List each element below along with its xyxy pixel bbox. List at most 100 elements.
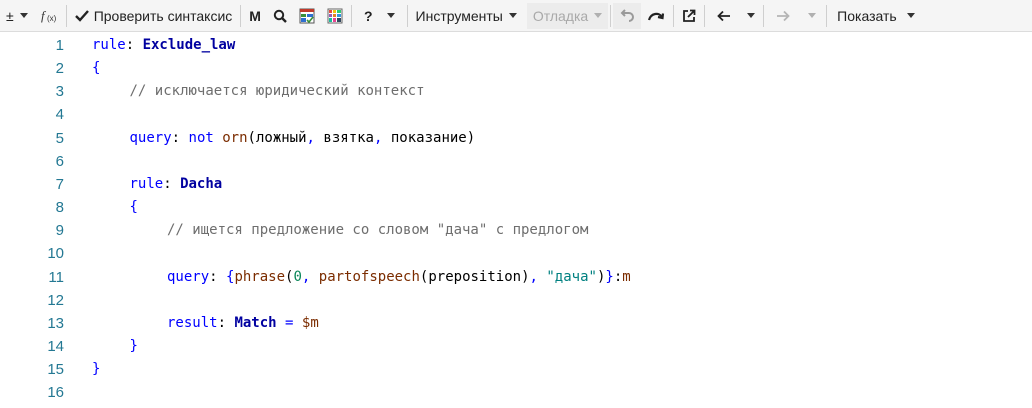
code-token: = bbox=[276, 314, 302, 331]
code-token: result bbox=[167, 314, 218, 331]
line-number: 11 bbox=[48, 268, 64, 286]
code-line[interactable]: 16 bbox=[0, 381, 1032, 404]
open-external-icon bbox=[682, 9, 696, 23]
code-token: Dacha bbox=[180, 175, 223, 192]
code-line[interactable]: 12 bbox=[0, 289, 1032, 312]
undo-button[interactable] bbox=[613, 2, 642, 29]
m-button[interactable]: M bbox=[243, 3, 267, 29]
code-line[interactable]: 9 // ищется предложение со словом "дача" … bbox=[0, 219, 1032, 242]
toolbar-divider bbox=[704, 4, 706, 27]
code-line[interactable]: 14} bbox=[0, 335, 1032, 358]
code-editor[interactable]: 1 rule: Exclude_law 2{3// исключается юрид… bbox=[0, 33, 1032, 408]
help-dropdown[interactable]: ? bbox=[354, 3, 405, 29]
debug-dropdown[interactable]: Отладка bbox=[526, 2, 609, 29]
code-token: m bbox=[622, 268, 631, 285]
help-label: ? bbox=[363, 7, 373, 24]
chevron-down-icon bbox=[747, 13, 756, 18]
code-text: query: not orn(ложный, взятка, показание… bbox=[130, 127, 476, 150]
code-line[interactable]: 8{ bbox=[0, 196, 1032, 219]
code-text: // исключается юридический контекст bbox=[130, 80, 425, 103]
code-token: query bbox=[167, 268, 210, 285]
code-token: Match bbox=[234, 314, 277, 331]
code-token: rule bbox=[92, 37, 126, 53]
code-line[interactable]: 3 // исключается юридический контекст bbox=[0, 80, 1032, 103]
code-token: : bbox=[171, 129, 189, 146]
search-button[interactable] bbox=[267, 3, 293, 29]
table-icon bbox=[299, 8, 315, 24]
code-line[interactable]: 11 query: {phrase(0, partofspeech(preposi… bbox=[0, 266, 1032, 289]
code-token: { bbox=[129, 199, 138, 216]
code-text: rule: Dacha bbox=[130, 173, 223, 196]
code-text: result: Match = $m bbox=[167, 312, 319, 335]
code-line[interactable]: 13 result: Match = $m bbox=[0, 312, 1032, 335]
redo-button[interactable] bbox=[641, 3, 671, 29]
arrow-left-icon bbox=[717, 10, 731, 22]
code-token: partofspeech bbox=[318, 268, 420, 285]
arrow-right-icon bbox=[776, 10, 790, 22]
line-number: 1 bbox=[55, 37, 64, 54]
code-text: } bbox=[92, 358, 100, 381]
code-line[interactable]: 6 bbox=[0, 150, 1032, 173]
code-line[interactable]: 2{ bbox=[0, 57, 1032, 80]
line-number: 2 bbox=[55, 60, 64, 78]
code-token: (ложный bbox=[247, 129, 307, 146]
code-text: // ищется предложение со словом "дача" с… bbox=[167, 219, 588, 242]
code-line[interactable]: 4 bbox=[0, 103, 1032, 126]
code-text: rule: Exclude_law bbox=[92, 34, 235, 57]
line-number: 8 bbox=[55, 199, 64, 217]
color-grid-button[interactable] bbox=[321, 3, 349, 29]
line-number: 10 bbox=[47, 245, 64, 263]
tools-dropdown[interactable]: Инструменты bbox=[410, 3, 523, 29]
back-button[interactable] bbox=[707, 3, 741, 29]
toolbar-divider bbox=[826, 4, 828, 27]
code-token: , bbox=[301, 268, 319, 285]
chevron-down-icon bbox=[508, 13, 517, 18]
check-syntax-button[interactable]: Проверить синтаксис bbox=[69, 3, 239, 29]
line-number: 7 bbox=[55, 175, 64, 193]
code-token: rule bbox=[129, 175, 164, 192]
code-line[interactable]: 5 query: not orn(ложный, взятка, показани… bbox=[0, 127, 1032, 150]
code-token: // исключается юридический контекст bbox=[129, 83, 425, 100]
plusminus-dropdown[interactable]: ± bbox=[0, 3, 34, 29]
code-token: : bbox=[209, 268, 227, 285]
line-number: 9 bbox=[55, 222, 64, 240]
line-number: 5 bbox=[55, 129, 64, 147]
show-label: Показать bbox=[837, 7, 897, 24]
chevron-down-icon bbox=[19, 13, 28, 18]
function-button[interactable]: f (x) bbox=[34, 3, 64, 29]
code-token: not bbox=[188, 129, 223, 146]
show-dropdown[interactable]: Показать bbox=[829, 3, 923, 29]
forward-history-dropdown[interactable] bbox=[800, 3, 824, 29]
code-token: : bbox=[217, 314, 235, 331]
code-line[interactable]: 7 rule: Dacha bbox=[0, 173, 1032, 196]
chevron-down-icon bbox=[808, 13, 817, 18]
code-token: (preposition) bbox=[419, 268, 530, 285]
undo-icon bbox=[619, 8, 635, 23]
toolbar-divider bbox=[610, 4, 612, 27]
code-token: , bbox=[529, 268, 547, 285]
code-token: "дача" bbox=[546, 268, 597, 285]
line-number: 13 bbox=[47, 314, 64, 332]
check-syntax-label: Проверить синтаксис bbox=[93, 7, 233, 24]
line-number: 14 bbox=[47, 337, 64, 355]
code-text: query: {phrase(0, partofspeech(prepositi… bbox=[167, 266, 631, 289]
code-token: } bbox=[605, 268, 614, 285]
code-token: взятка bbox=[314, 129, 374, 146]
code-token: : bbox=[613, 268, 623, 285]
toolbar: ± f (x) Проверить синтаксис M ? Инструме… bbox=[0, 0, 1032, 32]
toolbar-divider bbox=[350, 4, 352, 27]
code-line[interactable]: 10 bbox=[0, 242, 1032, 265]
open-external-button[interactable] bbox=[676, 3, 702, 29]
code-line[interactable]: 15} bbox=[0, 358, 1032, 381]
code-token: Exclude_law bbox=[142, 37, 236, 53]
toolbar-divider bbox=[673, 4, 675, 27]
back-history-dropdown[interactable] bbox=[741, 3, 761, 29]
checkmark-icon bbox=[74, 9, 89, 22]
chevron-down-icon bbox=[906, 13, 915, 18]
table-button[interactable] bbox=[293, 3, 321, 29]
magnifier-icon bbox=[273, 9, 287, 23]
color-grid-icon bbox=[327, 8, 343, 24]
code-text: { bbox=[130, 196, 138, 219]
code-line[interactable]: 1 rule: Exclude_law bbox=[0, 34, 1032, 57]
forward-button[interactable] bbox=[766, 3, 800, 29]
